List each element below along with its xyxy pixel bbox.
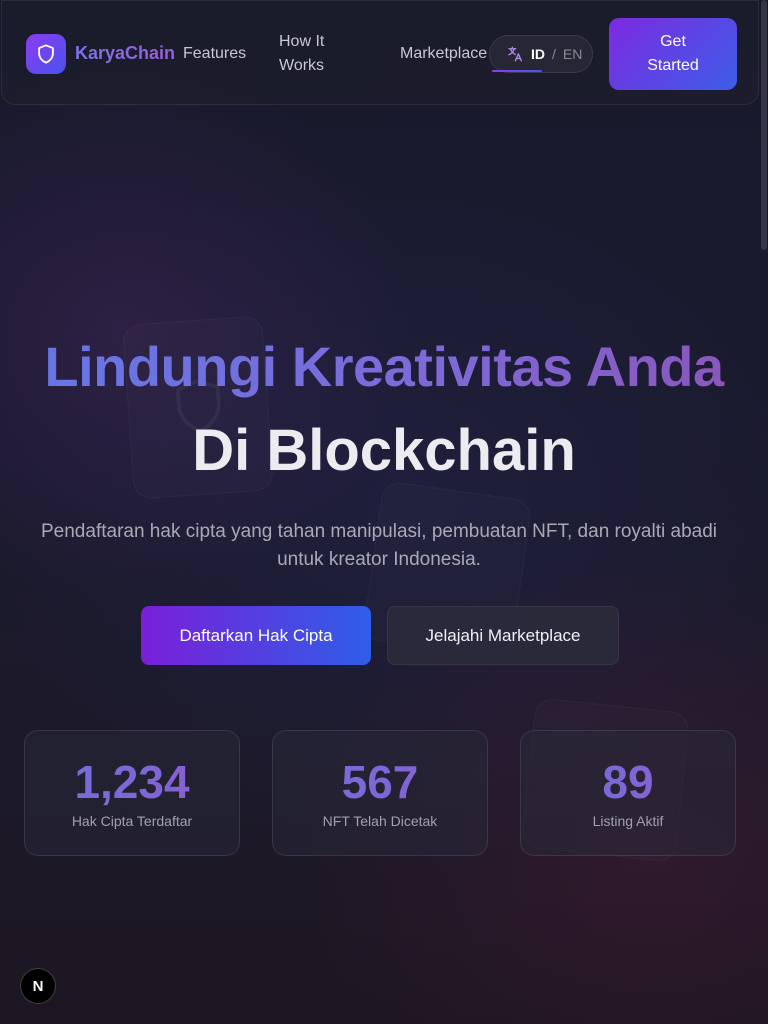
stat-card-listings: 89 Listing Aktif — [520, 730, 736, 856]
scrollbar-thumb[interactable] — [761, 0, 767, 250]
explore-marketplace-button[interactable]: Jelajahi Marketplace — [387, 606, 619, 665]
brand-name[interactable]: KaryaChain — [75, 43, 175, 64]
hero-subtitle: Pendaftaran hak cipta yang tahan manipul… — [41, 521, 717, 570]
get-started-button[interactable]: Get Started — [609, 18, 737, 90]
language-toggle[interactable]: ID / EN — [489, 35, 593, 73]
scrollbar[interactable] — [760, 0, 768, 1024]
translate-icon — [508, 46, 523, 62]
stat-label: NFT Telah Dicetak — [322, 813, 438, 829]
hero-title-line-1: Lindungi Kreativitas Anda — [0, 334, 768, 399]
stat-value: 1,234 — [25, 755, 239, 809]
shield-icon — [38, 44, 54, 64]
nav-link-features[interactable]: Features — [183, 42, 246, 66]
stat-card-nfts: 567 NFT Telah Dicetak — [272, 730, 488, 856]
nav-link-how-it-works[interactable]: How It Works — [279, 30, 349, 78]
stat-value: 89 — [521, 755, 735, 809]
stat-label: Hak Cipta Terdaftar — [71, 813, 193, 829]
language-separator: / — [552, 46, 556, 62]
hero-title-line-2: Di Blockchain — [192, 418, 576, 483]
register-copyright-button[interactable]: Daftarkan Hak Cipta — [141, 606, 371, 665]
dev-tools-badge[interactable]: N — [20, 968, 56, 1004]
navbar: KaryaChain Features How It Works Marketp… — [1, 0, 759, 105]
stat-card-copyrights: 1,234 Hak Cipta Terdaftar — [24, 730, 240, 856]
language-active-indicator — [492, 70, 542, 72]
language-option-id[interactable]: ID — [531, 46, 545, 62]
logo-badge[interactable] — [26, 34, 66, 74]
stat-label: Listing Aktif — [592, 813, 664, 829]
nav-link-marketplace[interactable]: Marketplace — [400, 42, 487, 66]
stat-value: 567 — [273, 755, 487, 809]
language-option-en[interactable]: EN — [563, 46, 582, 62]
